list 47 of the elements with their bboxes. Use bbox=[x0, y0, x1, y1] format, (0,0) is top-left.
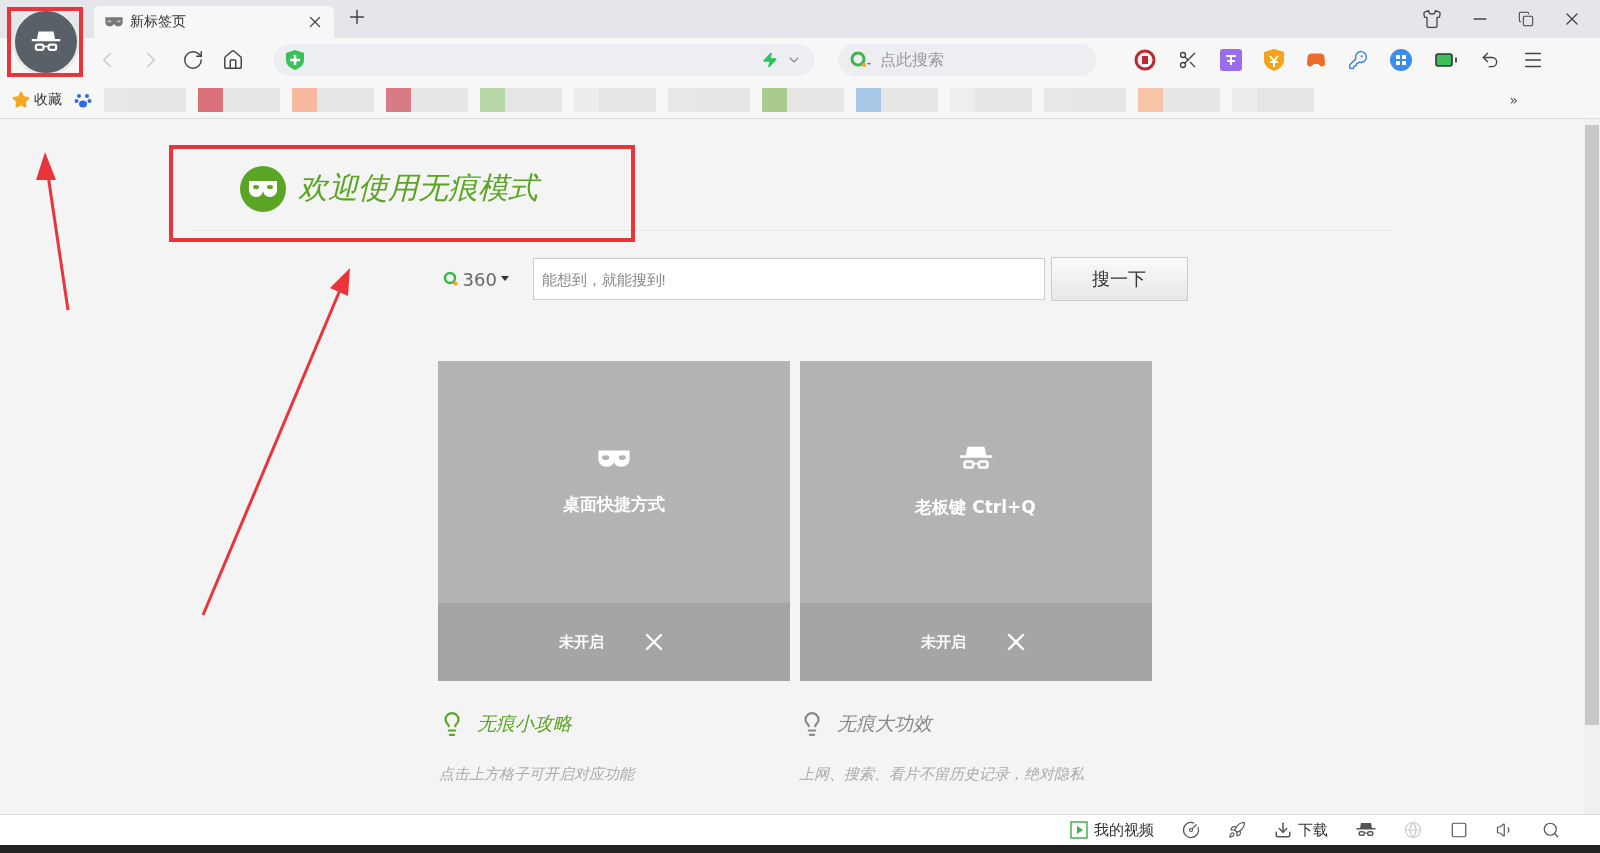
paw-icon[interactable] bbox=[74, 91, 92, 109]
reload-icon[interactable] bbox=[182, 49, 204, 71]
more-bookmarks-button[interactable]: » bbox=[1509, 92, 1588, 108]
key-icon[interactable] bbox=[1348, 50, 1368, 70]
scissors-icon[interactable] bbox=[1178, 50, 1198, 70]
lightning-icon[interactable] bbox=[762, 52, 778, 68]
tile-label: 老板键 Ctrl+Q bbox=[915, 496, 1036, 520]
shopping-icon[interactable] bbox=[1134, 49, 1156, 71]
search-engine-icon bbox=[850, 51, 872, 69]
rocket-icon[interactable] bbox=[1228, 821, 1246, 839]
home-icon[interactable] bbox=[222, 49, 244, 71]
blurred-bookmark[interactable] bbox=[198, 88, 280, 112]
gauge-icon[interactable] bbox=[1182, 821, 1200, 839]
undo-icon[interactable] bbox=[1480, 50, 1500, 70]
blurred-bookmark[interactable] bbox=[386, 88, 468, 112]
hat-glasses-icon bbox=[31, 30, 61, 54]
apps-icon[interactable] bbox=[1390, 49, 1412, 71]
tip-text: 点击上方格子可开启对应功能 bbox=[438, 765, 637, 784]
tip-title: 无痕小攻略 bbox=[476, 711, 572, 736]
search-engine-icon bbox=[442, 271, 459, 287]
window-icon[interactable] bbox=[1450, 821, 1468, 839]
download-icon bbox=[1274, 821, 1292, 839]
tip-title: 无痕大功效 bbox=[836, 711, 932, 736]
scrollbar[interactable] bbox=[1584, 119, 1600, 814]
star-icon bbox=[12, 91, 30, 109]
my-videos-button[interactable]: 我的视频 bbox=[1070, 820, 1154, 840]
translate-icon[interactable] bbox=[1220, 49, 1242, 71]
browser-tab[interactable]: 新标签页 bbox=[94, 6, 334, 38]
dropdown-icon bbox=[500, 276, 509, 282]
search-icon[interactable] bbox=[1542, 821, 1560, 839]
tip-text: 上网、搜索、看片不留历史记录，绝对隐私 bbox=[798, 765, 1085, 784]
shirt-icon[interactable] bbox=[1422, 9, 1442, 29]
search-field[interactable]: 能想到，就能搜到! bbox=[532, 258, 1045, 300]
search-engine-selector[interactable]: 360 bbox=[442, 268, 527, 290]
mask-icon bbox=[104, 16, 124, 28]
play-icon bbox=[1070, 821, 1088, 839]
restore-icon[interactable] bbox=[1518, 11, 1534, 27]
search-field[interactable]: 点此搜索 bbox=[838, 44, 1096, 76]
download-button[interactable]: 下载 bbox=[1274, 820, 1328, 840]
shield-icon bbox=[286, 50, 304, 70]
favorites-button[interactable]: 收藏 bbox=[12, 91, 62, 109]
tile-label: 桌面快捷方式 bbox=[562, 493, 665, 517]
shield-icon[interactable] bbox=[1264, 49, 1284, 71]
search-button[interactable]: 搜一下 bbox=[1050, 257, 1188, 301]
mask-logo-icon bbox=[240, 165, 286, 212]
mask-icon bbox=[595, 447, 632, 470]
search-input[interactable]: 点此搜索 bbox=[878, 50, 1089, 70]
